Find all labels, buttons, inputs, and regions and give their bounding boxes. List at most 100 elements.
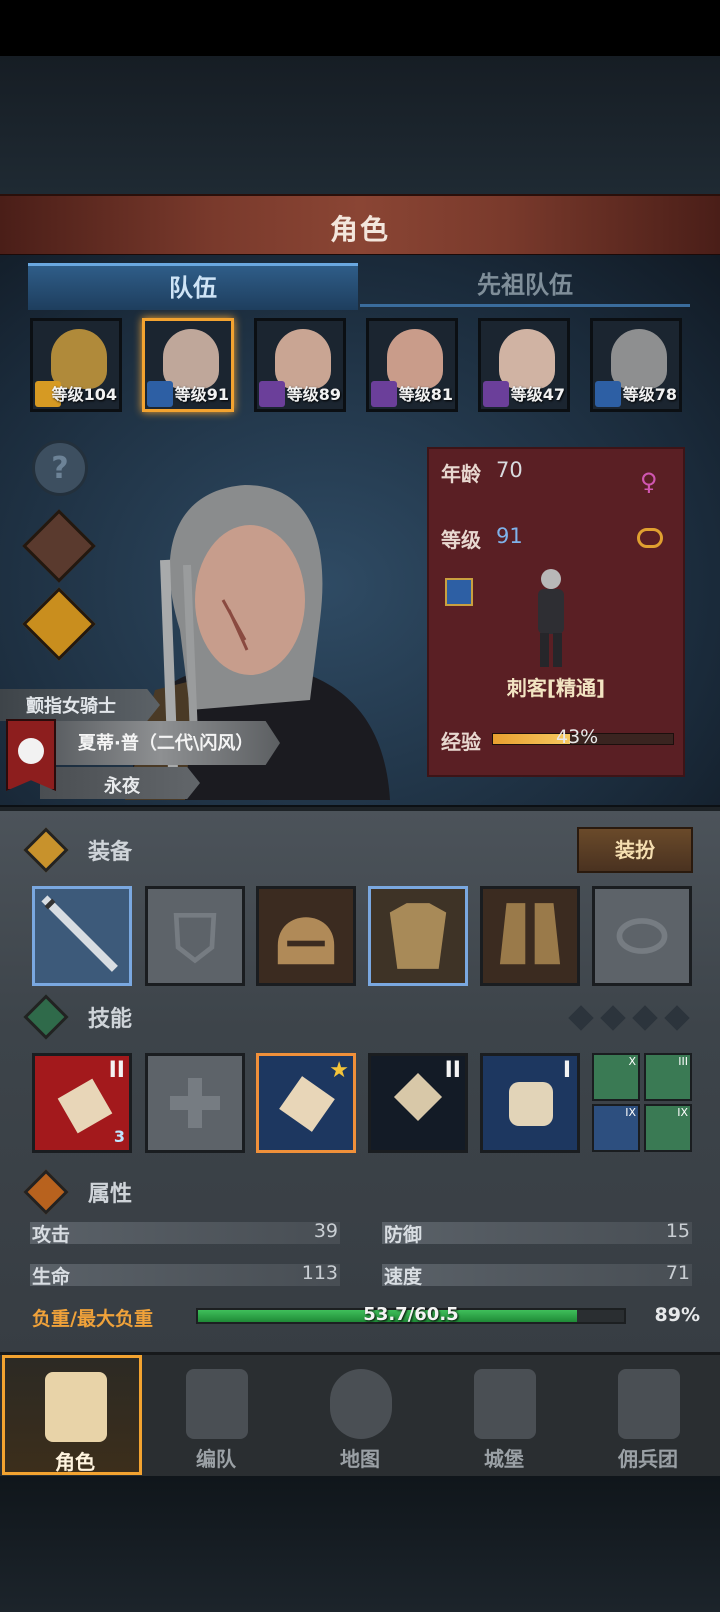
- age-value: 70: [496, 458, 523, 482]
- shield-icon: [173, 912, 217, 964]
- castle-icon: [474, 1369, 536, 1439]
- load-value: 53.7/60.5: [363, 1304, 459, 1325]
- helmet-squad-icon: [186, 1369, 248, 1439]
- class-icon: [147, 381, 173, 407]
- bottom-background: [0, 1476, 720, 1612]
- passive-skill-slot[interactable]: IX: [644, 1104, 692, 1152]
- skill-badge: 3: [113, 1127, 125, 1146]
- team-slot-selected[interactable]: 等级91: [142, 318, 234, 412]
- dagger-icon: [41, 895, 118, 972]
- load-label: 负重/最大负重: [32, 1308, 153, 1330]
- female-icon: ♀: [640, 468, 658, 496]
- nav-label: 佣兵团: [618, 1447, 678, 1471]
- page-title: 角色: [329, 213, 390, 246]
- nav-formation[interactable]: 编队: [146, 1355, 286, 1475]
- speed-value: 71: [665, 1262, 690, 1284]
- team-slot-level: 等级89: [286, 385, 341, 404]
- equip-slot-dagger[interactable]: [32, 886, 132, 986]
- dress-up-button[interactable]: 装扮: [577, 827, 693, 873]
- hero-name: 夏蒂·普（二代\闪风）: [78, 733, 254, 754]
- speed-label: 速度: [384, 1266, 423, 1288]
- class-icon: [259, 381, 285, 407]
- hero-class-label: 刺客[精通]: [506, 676, 606, 700]
- star-icon: ★: [329, 1058, 349, 1083]
- class-icon: [595, 381, 621, 407]
- team-slot-level: 等级91: [174, 385, 229, 404]
- equip-slot-ring[interactable]: [592, 886, 692, 986]
- attack-value: 39: [313, 1220, 338, 1242]
- hero-portrait-icon: [163, 329, 219, 389]
- nav-castle[interactable]: 城堡: [434, 1355, 574, 1475]
- load-percent: 89%: [654, 1304, 700, 1326]
- hp-label: 生命: [32, 1266, 71, 1288]
- skills-header: 技能: [23, 994, 524, 1040]
- equip-slot-shield[interactable]: [145, 886, 245, 986]
- skill-slot[interactable]: I: [480, 1053, 580, 1153]
- tab-team[interactable]: 队伍: [28, 263, 358, 310]
- passive-skill-slot[interactable]: IX: [592, 1104, 640, 1152]
- team-slot[interactable]: 等级78: [590, 318, 682, 412]
- class-icon: [371, 381, 397, 407]
- hero-figure: [538, 569, 564, 667]
- hero-portrait-icon: [387, 329, 443, 389]
- level-value: 91: [496, 524, 523, 548]
- defense-label: 防御: [384, 1224, 423, 1246]
- hero-portrait-icon: [275, 329, 331, 389]
- hero-trait: 永夜: [104, 776, 140, 797]
- knight-icon: [45, 1372, 107, 1442]
- team-slot-level: 等级81: [398, 385, 453, 404]
- header-background: [0, 56, 720, 194]
- passive-skill-slot[interactable]: III: [644, 1053, 692, 1101]
- team-slot[interactable]: 等级104: [30, 318, 122, 412]
- hero-portrait-icon: [499, 329, 555, 389]
- nav-label: 编队: [196, 1447, 236, 1471]
- team-slot-level: 等级47: [510, 385, 565, 404]
- armor-break-icon: [509, 1082, 553, 1126]
- skill-rank: II: [108, 1058, 125, 1083]
- hp-value: 113: [301, 1262, 338, 1284]
- armor-icon: [389, 903, 447, 969]
- level-label: 等级: [441, 528, 481, 552]
- skill-slot[interactable]: II: [368, 1053, 468, 1153]
- age-label: 年龄: [441, 462, 481, 486]
- star-icon: [23, 994, 69, 1040]
- class-icon: [483, 381, 509, 407]
- nav-label: 角色: [55, 1450, 95, 1474]
- nav-character[interactable]: 角色: [2, 1355, 142, 1475]
- skill-rank: II: [444, 1058, 461, 1083]
- crystal-strike-icon: [393, 1072, 443, 1122]
- hero-portrait-icon: [51, 329, 107, 389]
- cross-icon: [23, 827, 69, 873]
- team-slot[interactable]: 等级47: [478, 318, 570, 412]
- top-status-area: [0, 0, 720, 56]
- hero-title-label: 颤指女骑士: [26, 696, 116, 717]
- nav-map[interactable]: 地图: [290, 1355, 430, 1475]
- skills-label: 技能: [88, 1007, 133, 1032]
- slash-icon: [57, 1078, 113, 1134]
- leap-strike-icon: [279, 1076, 335, 1132]
- help-icon[interactable]: ?: [32, 440, 88, 496]
- sun-emblem-icon: [18, 738, 44, 764]
- person-icon: [23, 1169, 69, 1215]
- equip-slot-boots[interactable]: [480, 886, 580, 986]
- tab-ancestor-team[interactable]: 先祖队伍: [360, 263, 690, 307]
- team-slot-level: 等级78: [622, 385, 677, 404]
- attributes-label: 属性: [88, 1182, 133, 1207]
- equipment-header: 装备: [23, 827, 524, 873]
- equip-slot-helmet[interactable]: [256, 886, 356, 986]
- skill-slot-empty[interactable]: [145, 1053, 245, 1153]
- team-slot[interactable]: 等级89: [254, 318, 346, 412]
- skill-slot[interactable]: ★: [256, 1053, 356, 1153]
- defense-value: 15: [665, 1220, 690, 1242]
- rings-icon[interactable]: [637, 528, 663, 548]
- dagger-class-icon: [445, 578, 473, 606]
- attack-label: 攻击: [32, 1224, 71, 1246]
- attributes-header: 属性: [23, 1169, 524, 1215]
- team-slot[interactable]: 等级81: [366, 318, 458, 412]
- team-slot-level: 等级104: [51, 385, 117, 404]
- nav-mercenary[interactable]: 佣兵团: [578, 1355, 718, 1475]
- equip-slot-armor[interactable]: [368, 886, 468, 986]
- compass-icon: [330, 1369, 392, 1439]
- passive-skill-slot[interactable]: X: [592, 1053, 640, 1101]
- skill-slot[interactable]: II 3: [32, 1053, 132, 1153]
